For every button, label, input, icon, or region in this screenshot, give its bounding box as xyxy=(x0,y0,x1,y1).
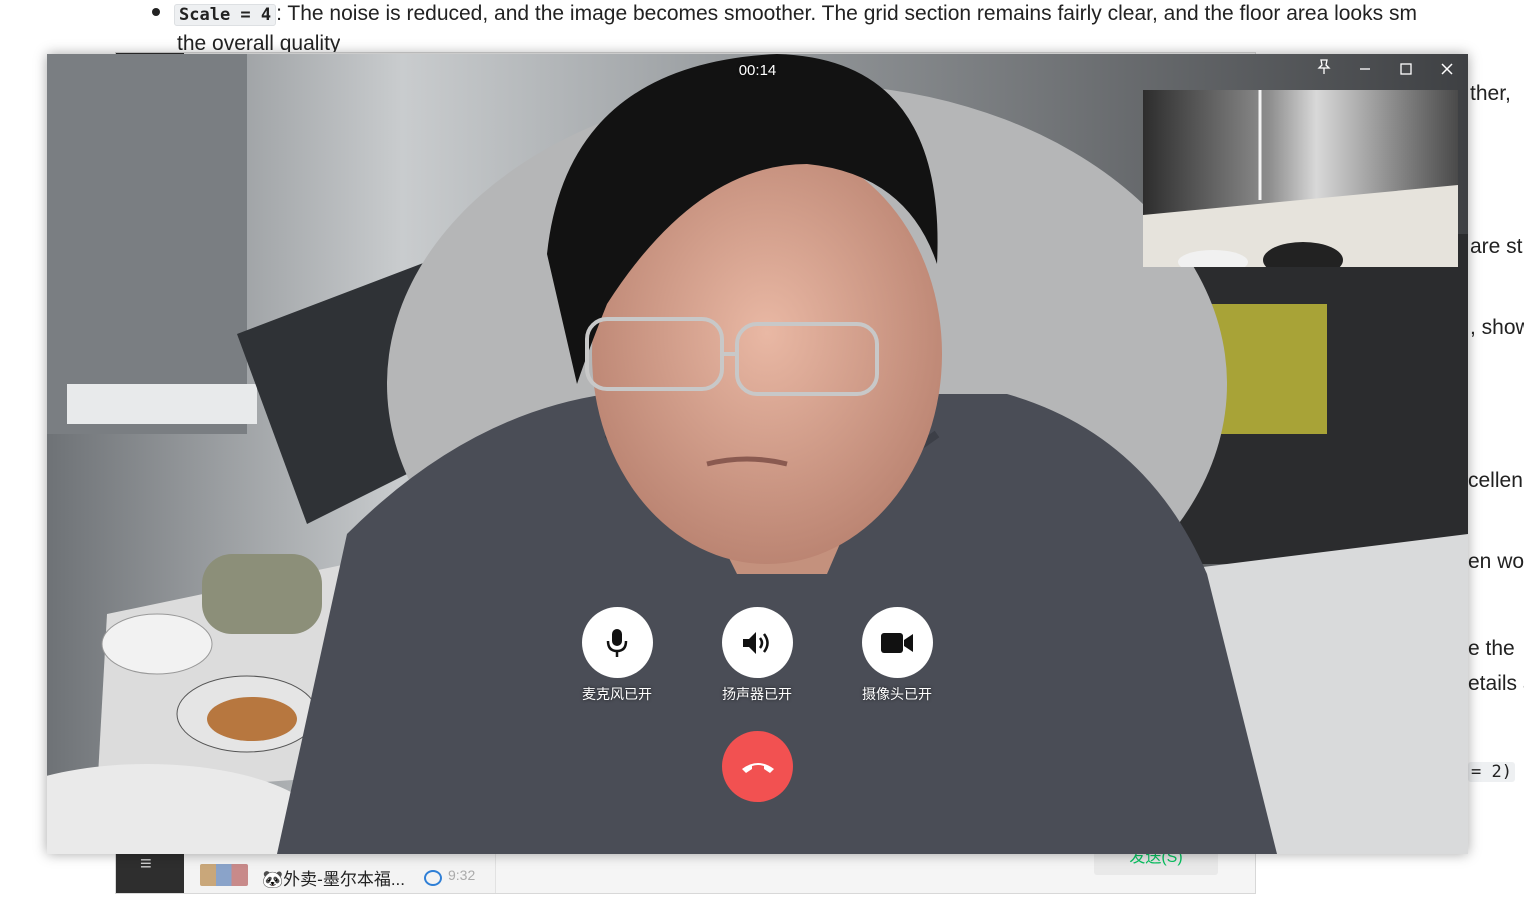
chat-time: 9:32 xyxy=(448,867,476,883)
group-avatar xyxy=(200,864,248,886)
hang-up-button[interactable] xyxy=(722,731,793,802)
bullet-text: : The noise is reduced, and the image be… xyxy=(276,2,1417,25)
inline-code: Scale = 4 xyxy=(174,4,277,26)
close-icon[interactable] xyxy=(1429,58,1465,84)
camera-label: 摄像头已开 xyxy=(862,686,932,702)
camera-button[interactable] xyxy=(861,607,933,678)
document-bullet: Scale = 4: The noise is reduced, and the… xyxy=(152,0,1524,30)
hang-up-icon xyxy=(741,762,774,773)
video-call-window: 00:14 麦克风已开 扬声器已开 摄像头已开 xyxy=(47,54,1468,854)
speaker-icon xyxy=(743,631,769,654)
hamburger-icon[interactable]: ≡ xyxy=(140,854,160,874)
doc-fragment: are st xyxy=(1470,235,1523,258)
doc-fragment: en wo xyxy=(1468,550,1524,573)
minimize-icon[interactable] xyxy=(1347,58,1383,84)
microphone-icon xyxy=(606,628,628,657)
camera-icon xyxy=(881,632,913,653)
maximize-icon[interactable] xyxy=(1388,58,1424,84)
doc-fragment: ther, xyxy=(1470,82,1511,105)
doc-fragment: = 2) xyxy=(1468,757,1524,786)
microphone-control[interactable]: 麦克风已开 xyxy=(557,607,677,704)
mention-icon xyxy=(424,870,442,886)
doc-fragment: etails a xyxy=(1468,672,1524,695)
pin-icon[interactable] xyxy=(1306,58,1342,84)
bullet-continuation: the overall quality xyxy=(177,32,341,54)
local-video-preview[interactable] xyxy=(1143,90,1458,267)
chat-list-item[interactable]: 🐼外卖-墨尔本福... 9:32 xyxy=(184,851,496,893)
speaker-button[interactable] xyxy=(721,607,793,678)
microphone-label: 麦克风已开 xyxy=(582,686,652,702)
chat-name: 🐼外卖-墨尔本福... xyxy=(262,870,405,889)
doc-fragment: e the xyxy=(1468,637,1515,660)
speaker-label: 扬声器已开 xyxy=(722,686,792,702)
camera-control[interactable]: 摄像头已开 xyxy=(837,607,957,704)
call-timer: 00:14 xyxy=(738,62,777,79)
speaker-control[interactable]: 扬声器已开 xyxy=(697,607,817,704)
microphone-button[interactable] xyxy=(581,607,653,678)
bullet-dot xyxy=(152,8,160,17)
doc-fragment: cellen xyxy=(1468,469,1523,492)
doc-fragment: , show xyxy=(1470,316,1524,339)
